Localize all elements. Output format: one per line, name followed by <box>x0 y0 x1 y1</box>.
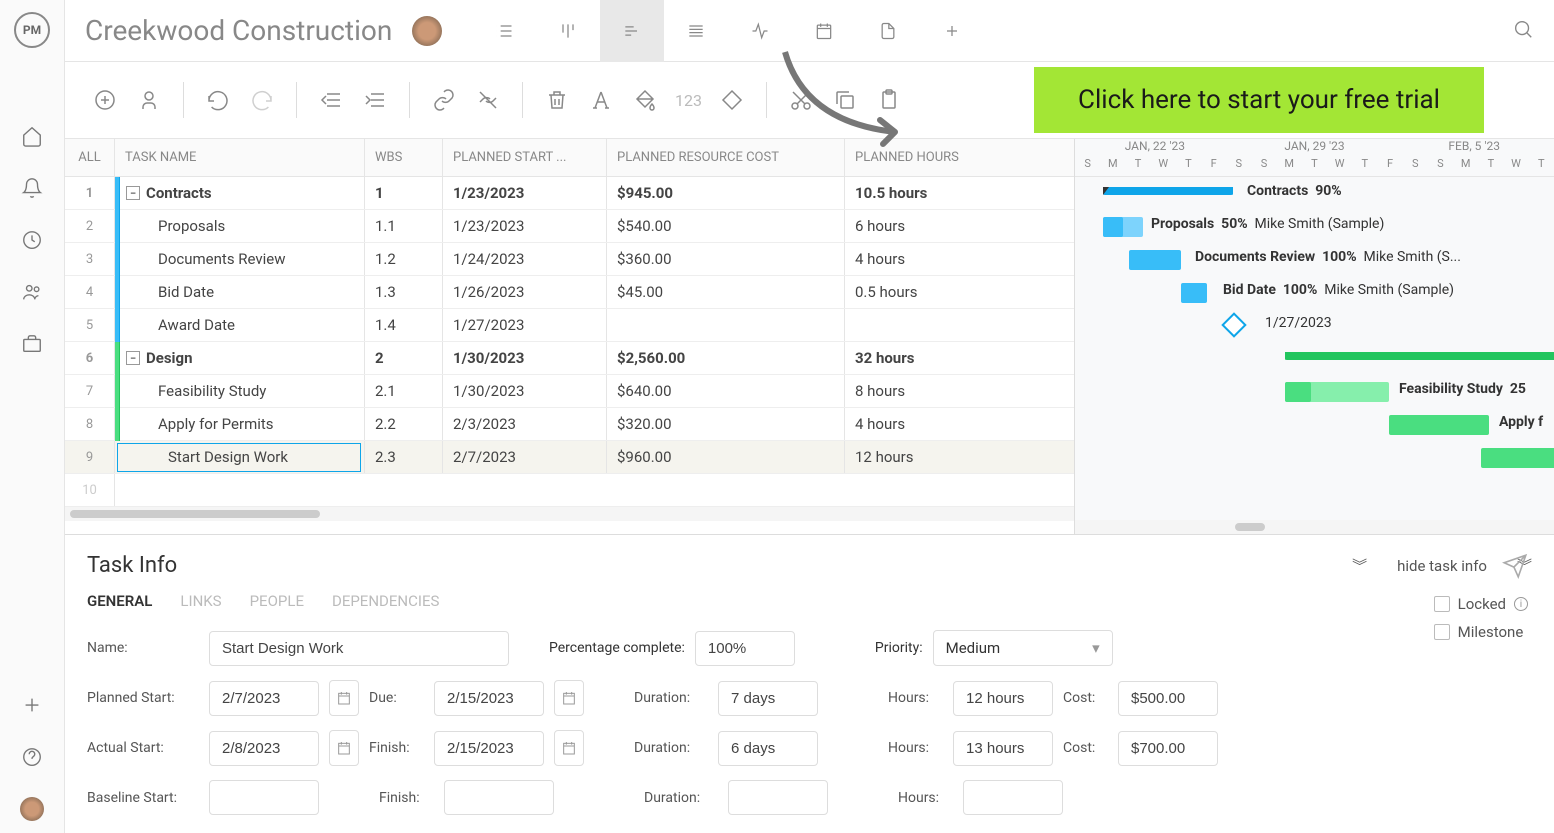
table-row[interactable]: 2 Proposals 1.1 1/23/2023 $540.00 6 hour… <box>65 210 1074 243</box>
duration2-input[interactable] <box>718 731 818 766</box>
toolbar: 123 Click here to start your free trial <box>65 62 1554 138</box>
view-add[interactable] <box>920 0 984 62</box>
task-info-title: Task Info <box>87 553 177 578</box>
briefcase-icon[interactable] <box>20 332 44 356</box>
assign-icon[interactable] <box>135 86 163 114</box>
search-icon[interactable] <box>1512 18 1534 44</box>
view-sheet[interactable] <box>664 0 728 62</box>
cost2-input[interactable] <box>1118 731 1218 766</box>
baseline-finish-input[interactable] <box>444 780 554 815</box>
hours-input[interactable] <box>953 681 1053 716</box>
project-avatar[interactable] <box>412 16 442 46</box>
baseline-start-input[interactable] <box>209 780 319 815</box>
pct-input[interactable] <box>695 631 795 666</box>
planned-start-input[interactable] <box>209 681 319 716</box>
table-row[interactable]: 5 Award Date 1.4 1/27/2023 <box>65 309 1074 342</box>
col-wbs[interactable]: WBS <box>365 139 443 176</box>
milestone-marker[interactable] <box>1221 312 1246 337</box>
table-row[interactable]: 1 −Contracts 1 1/23/2023 $945.00 10.5 ho… <box>65 177 1074 210</box>
cost-input[interactable] <box>1118 681 1218 716</box>
number-format[interactable]: 123 <box>675 91 702 110</box>
task-grid: ALL TASK NAME WBS PLANNED START ... PLAN… <box>65 139 1075 534</box>
add-task-icon[interactable] <box>91 86 119 114</box>
view-list[interactable] <box>472 0 536 62</box>
view-gantt[interactable] <box>600 0 664 62</box>
calendar-icon[interactable] <box>329 730 359 766</box>
task-info-panel: Task Info ︾ hide task info ︾ GENERALLINK… <box>65 534 1554 833</box>
link-icon[interactable] <box>430 86 458 114</box>
actual-start-input[interactable] <box>209 731 319 766</box>
duration-input[interactable] <box>718 681 818 716</box>
cta-banner[interactable]: Click here to start your free trial <box>1034 67 1484 133</box>
collapse-icon[interactable]: ︾ <box>1352 555 1367 576</box>
collapse-icon[interactable]: − <box>126 351 140 365</box>
outdent-icon[interactable] <box>317 86 345 114</box>
indent-icon[interactable] <box>361 86 389 114</box>
table-row[interactable]: 4 Bid Date 1.3 1/26/2023 $45.00 0.5 hour… <box>65 276 1074 309</box>
col-start[interactable]: PLANNED START ... <box>443 139 607 176</box>
calendar-icon[interactable] <box>554 680 584 716</box>
plus-icon[interactable] <box>20 693 44 717</box>
finish-input[interactable] <box>434 731 544 766</box>
name-input[interactable] <box>209 631 509 666</box>
baseline-duration-input[interactable] <box>728 780 828 815</box>
fill-icon[interactable] <box>631 86 659 114</box>
gantt-scrollbar[interactable] <box>1075 520 1554 534</box>
calendar-icon[interactable] <box>554 730 584 766</box>
locked-checkbox[interactable]: Lockedi <box>1434 595 1528 613</box>
col-all[interactable]: ALL <box>65 139 115 176</box>
delete-icon[interactable] <box>543 86 571 114</box>
help-icon[interactable] <box>20 745 44 769</box>
collapse-icon[interactable]: − <box>126 186 140 200</box>
table-row[interactable]: 7 Feasibility Study 2.1 1/30/2023 $640.0… <box>65 375 1074 408</box>
undo-icon[interactable] <box>204 86 232 114</box>
text-icon[interactable] <box>587 86 615 114</box>
redo-icon[interactable] <box>248 86 276 114</box>
tab-general[interactable]: GENERAL <box>87 592 152 610</box>
baseline-hours-input[interactable] <box>963 780 1063 815</box>
table-row[interactable]: 6 −Design 2 1/30/2023 $2,560.00 32 hours <box>65 342 1074 375</box>
project-title: Creekwood Construction <box>85 14 392 47</box>
sidebar: PM <box>0 0 65 833</box>
cta-arrow <box>765 42 925 162</box>
bell-icon[interactable] <box>20 176 44 200</box>
tab-dependencies[interactable]: DEPENDENCIES <box>332 592 439 610</box>
unlink-icon[interactable] <box>474 86 502 114</box>
priority-select[interactable]: Medium▾ <box>933 630 1113 666</box>
grid-scrollbar[interactable] <box>65 507 1074 521</box>
clock-icon[interactable] <box>20 228 44 252</box>
hours2-input[interactable] <box>953 731 1053 766</box>
col-task[interactable]: TASK NAME <box>115 139 365 176</box>
home-icon[interactable] <box>20 124 44 148</box>
due-input[interactable] <box>434 681 544 716</box>
view-board[interactable] <box>536 0 600 62</box>
people-icon[interactable] <box>20 280 44 304</box>
table-row[interactable]: 8 Apply for Permits 2.2 2/3/2023 $320.00… <box>65 408 1074 441</box>
gantt-chart[interactable]: JAN, 22 '23JAN, 29 '23FEB, 5 '23 SMTWTFS… <box>1075 139 1554 534</box>
info-icon[interactable]: i <box>1514 597 1528 611</box>
send-icon[interactable] <box>1502 553 1528 583</box>
hide-task-info[interactable]: hide task info <box>1397 557 1487 575</box>
table-row[interactable]: 9 Start Design Work 2.3 2/7/2023 $960.00… <box>65 441 1074 474</box>
table-row[interactable]: 3 Documents Review 1.2 1/24/2023 $360.00… <box>65 243 1074 276</box>
milestone-checkbox[interactable]: Milestone <box>1434 623 1528 641</box>
tab-links[interactable]: LINKS <box>180 592 221 610</box>
tab-people[interactable]: PEOPLE <box>250 592 304 610</box>
user-avatar[interactable] <box>20 797 44 821</box>
calendar-icon[interactable] <box>329 680 359 716</box>
logo[interactable]: PM <box>14 12 50 48</box>
milestone-icon[interactable] <box>718 86 746 114</box>
